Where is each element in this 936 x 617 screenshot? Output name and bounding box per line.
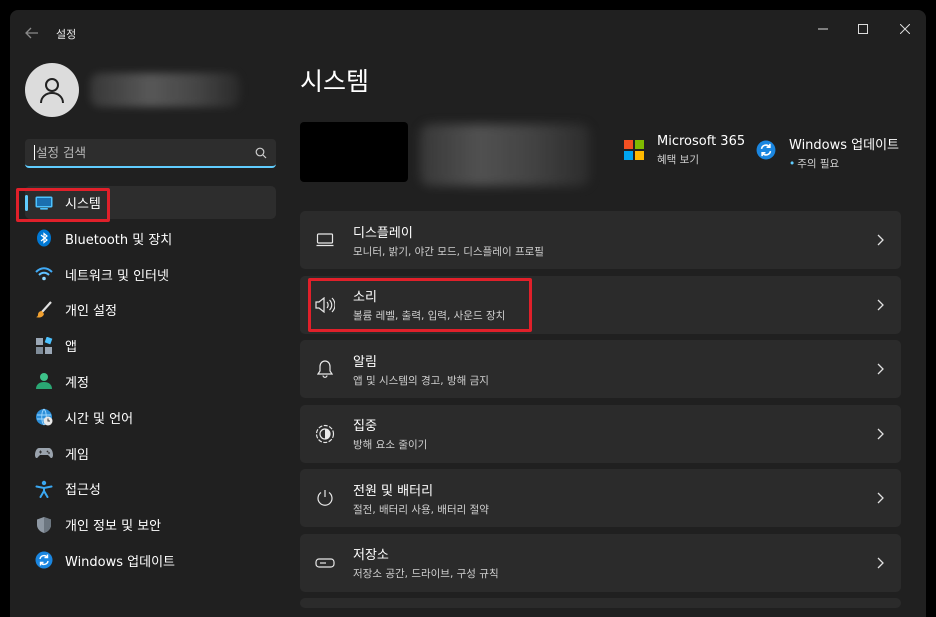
card-title: 집중 bbox=[353, 419, 377, 434]
promo-title: Microsoft 365 bbox=[657, 134, 746, 149]
sidebar-nav: 시스템 Bluetooth 및 장치 네트워크 및 인터넷 개인 설정 앱 계정… bbox=[25, 186, 276, 580]
update-icon bbox=[756, 140, 778, 162]
focus-icon bbox=[314, 423, 336, 445]
account-icon bbox=[35, 372, 53, 390]
chevron-right-icon bbox=[873, 232, 887, 248]
highlight-box-sound bbox=[308, 278, 532, 332]
card-subtitle: 앱 및 시스템의 경고, 방해 금지 bbox=[353, 374, 489, 387]
sidebar-item-label: 앱 bbox=[65, 340, 77, 356]
sidebar-item-windows-update[interactable]: Windows 업데이트 bbox=[25, 544, 276, 577]
sidebar-item-label: 개인 정보 및 보안 bbox=[65, 519, 162, 535]
avatar[interactable] bbox=[25, 63, 79, 117]
shield-icon bbox=[35, 516, 53, 534]
sidebar-item-label: Windows 업데이트 bbox=[65, 554, 176, 570]
profile-name-redacted bbox=[90, 73, 240, 107]
chevron-right-icon bbox=[873, 490, 887, 506]
sidebar-item-label: Bluetooth 및 장치 bbox=[65, 232, 173, 248]
title-bar: 설정 bbox=[10, 10, 926, 54]
minimize-icon bbox=[818, 28, 828, 30]
search-input[interactable] bbox=[34, 145, 250, 160]
sidebar-item-accounts[interactable]: 계정 bbox=[25, 365, 276, 398]
apps-icon bbox=[35, 336, 53, 355]
promo-title: Windows 업데이트 bbox=[789, 138, 900, 153]
minimize-button[interactable] bbox=[808, 16, 838, 42]
sidebar-item-accessibility[interactable]: 접근성 bbox=[25, 472, 276, 505]
sidebar-item-label: 게임 bbox=[65, 447, 89, 463]
wifi-icon bbox=[35, 265, 53, 283]
promo-subtitle: • 주의 필요 bbox=[789, 156, 899, 171]
card-subtitle: 절전, 배터리 사용, 배터리 절약 bbox=[353, 503, 489, 516]
promo-windows-update[interactable]: Windows 업데이트 • 주의 필요 bbox=[756, 134, 899, 171]
display-icon bbox=[314, 229, 336, 251]
card-title: 저장소 bbox=[353, 548, 389, 563]
chevron-right-icon bbox=[873, 426, 887, 442]
globe-clock-icon bbox=[35, 408, 53, 426]
sidebar-item-privacy-security[interactable]: 개인 정보 및 보안 bbox=[25, 508, 276, 541]
storage-icon bbox=[314, 552, 336, 574]
chevron-right-icon bbox=[873, 297, 887, 313]
power-icon bbox=[314, 487, 336, 509]
sidebar-item-label: 시간 및 언어 bbox=[65, 411, 134, 427]
sidebar-item-personalization[interactable]: 개인 설정 bbox=[25, 293, 276, 326]
settings-card-notifications[interactable]: 알림 앱 및 시스템의 경고, 방해 금지 bbox=[300, 340, 901, 398]
promo-subtitle-text: 주의 필요 bbox=[797, 158, 840, 170]
card-title: 디스플레이 bbox=[353, 225, 413, 241]
maximize-button[interactable] bbox=[848, 16, 878, 42]
page-title: 시스템 bbox=[300, 67, 370, 96]
card-subtitle: 모니터, 밝기, 야간 모드, 디스플레이 프로필 bbox=[353, 245, 544, 258]
search-box[interactable] bbox=[25, 139, 276, 168]
sidebar-item-bluetooth[interactable]: Bluetooth 및 장치 bbox=[25, 222, 276, 255]
device-name-redacted bbox=[420, 124, 590, 186]
sidebar-item-label: 개인 설정 bbox=[65, 304, 117, 320]
sidebar-item-label: 접근성 bbox=[65, 483, 101, 499]
highlight-box-system bbox=[16, 188, 110, 222]
user-icon bbox=[40, 78, 64, 104]
bluetooth-icon bbox=[35, 229, 53, 247]
sidebar-item-apps[interactable]: 앱 bbox=[25, 329, 276, 362]
card-title: 전원 및 배터리 bbox=[353, 483, 434, 499]
microsoft-logo-icon bbox=[624, 140, 646, 162]
settings-card-power[interactable]: 전원 및 배터리 절전, 배터리 사용, 배터리 절약 bbox=[300, 469, 901, 527]
device-thumbnail bbox=[300, 122, 408, 182]
update-icon bbox=[35, 551, 53, 569]
settings-list: 디스플레이 모니터, 밝기, 야간 모드, 디스플레이 프로필 소리 볼륨 레벨… bbox=[300, 211, 901, 615]
gamepad-icon bbox=[35, 444, 53, 462]
chevron-right-icon bbox=[873, 555, 887, 571]
bell-icon bbox=[314, 358, 336, 380]
settings-window: 설정 시스템 bbox=[10, 10, 926, 617]
sidebar-item-time-language[interactable]: 시간 및 언어 bbox=[25, 401, 276, 434]
sidebar-item-network[interactable]: 네트워크 및 인터넷 bbox=[25, 258, 276, 291]
search-icon[interactable] bbox=[250, 142, 272, 164]
paintbrush-icon bbox=[35, 301, 53, 319]
app-title: 설정 bbox=[56, 28, 77, 41]
chevron-right-icon bbox=[873, 361, 887, 377]
card-subtitle: 방해 요소 줄이기 bbox=[353, 439, 428, 451]
promo-subtitle: 혜택 보기 bbox=[657, 154, 699, 166]
settings-card-partial[interactable] bbox=[300, 598, 901, 608]
status-dot: • bbox=[789, 158, 796, 170]
sidebar-item-label: 네트워크 및 인터넷 bbox=[65, 268, 169, 284]
settings-card-focus[interactable]: 집중 방해 요소 줄이기 bbox=[300, 404, 901, 463]
promo-microsoft-365[interactable]: Microsoft 365 혜택 보기 bbox=[624, 134, 745, 167]
settings-card-storage[interactable]: 저장소 저장소 공간, 드라이브, 구성 규칙 bbox=[300, 533, 901, 592]
card-title: 알림 bbox=[353, 354, 377, 370]
accessibility-icon bbox=[35, 480, 53, 498]
back-arrow-icon[interactable] bbox=[22, 23, 42, 43]
close-icon bbox=[900, 24, 910, 34]
close-button[interactable] bbox=[890, 16, 920, 42]
maximize-icon bbox=[858, 24, 868, 34]
sidebar-item-label: 계정 bbox=[65, 375, 89, 391]
card-subtitle: 저장소 공간, 드라이브, 구성 규칙 bbox=[353, 568, 499, 580]
settings-card-display[interactable]: 디스플레이 모니터, 밝기, 야간 모드, 디스플레이 프로필 bbox=[300, 211, 901, 269]
sidebar-item-gaming[interactable]: 게임 bbox=[25, 437, 276, 470]
